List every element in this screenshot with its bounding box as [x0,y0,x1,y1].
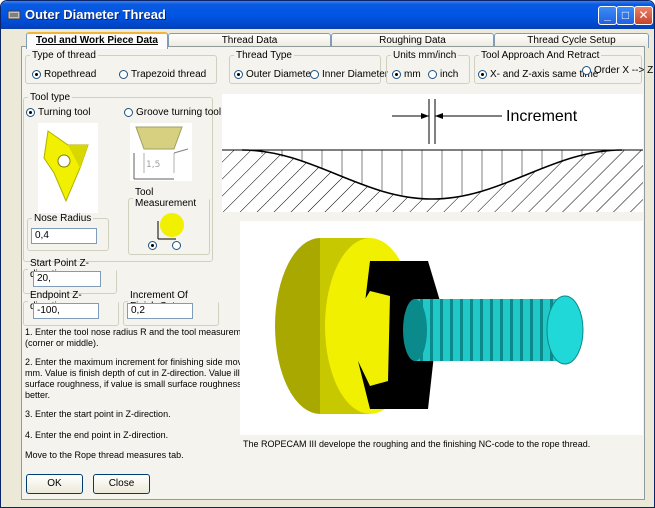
increment-label: Increment [506,108,578,125]
measure-middle-radio[interactable] [172,241,181,250]
instruction-3: 3. Enter the start point in Z-direction. [25,409,171,419]
groove-tool-image: 1,5 [130,123,192,181]
radio-selected-icon [26,108,35,117]
outer-diameter-radio[interactable]: Outer Diameter [234,69,314,80]
radio-unselected-icon [310,70,319,79]
mm-radio[interactable]: mm [392,69,421,80]
maximize-icon: □ [621,8,630,22]
radio-selected-icon [234,70,243,79]
thread-type-legend: Thread Type [236,50,292,61]
endpoint-input[interactable]: -100, [33,303,99,319]
inch-radio[interactable]: inch [428,69,458,80]
order-x-z-label: Order X --> Z [594,65,654,76]
inch-label: inch [440,69,459,80]
trapezoid-thread-radio[interactable]: Trapezoid thread [119,69,206,80]
tool-measurement-legend: Tool Measurement [135,187,197,209]
maximize-button[interactable]: □ [616,6,635,25]
groove-width-label: 1,5 [146,160,160,170]
radio-selected-icon [392,70,401,79]
inner-diameter-radio[interactable]: Inner Diameter [310,69,388,80]
turning-tool-image [38,123,98,213]
instruction-2: 2. Enter the maximum increment for finis… [25,357,272,400]
radio-unselected-icon [172,241,181,250]
illustration-caption: The ROPECAM III develope the roughing an… [243,439,591,449]
dialog-window: Outer Diameter Thread _ □ ✕ Tool and Wor… [0,0,655,508]
inner-diameter-label: Inner Diameter [322,69,389,80]
start-point-input[interactable]: 20, [33,271,101,287]
units-legend: Units mm/inch [393,50,457,61]
ropethread-radio[interactable]: Ropethread [32,69,96,80]
close-icon: ✕ [638,8,649,22]
nose-radius-input[interactable]: 0,4 [31,228,97,244]
order-x-z-radio[interactable]: Order X --> Z [582,65,653,76]
radio-unselected-icon [582,66,591,75]
tab-strip: Tool and Work Piece Data Thread Data Rou… [26,32,649,49]
title-bar[interactable]: Outer Diameter Thread _ □ ✕ [1,1,654,29]
turning-tool-label: Turning tool [38,107,91,118]
minimize-button[interactable]: _ [598,6,617,25]
type-of-thread-legend: Type of thread [32,50,96,61]
tool-approach-legend: Tool Approach And Retract [481,50,600,61]
groove-turning-tool-label: Groove turning tool [136,107,222,118]
radio-unselected-icon [428,70,437,79]
ok-button[interactable]: OK [26,474,83,494]
tab-panel: Type of thread Ropethread Trapezoid thre… [21,46,653,500]
mm-label: mm [404,69,421,80]
outer-diameter-label: Outer Diameter [246,69,315,80]
radio-selected-icon [148,241,157,250]
turning-tool-radio[interactable]: Turning tool [26,107,90,118]
ropethread-label: Ropethread [44,69,97,80]
increment-diagram: Increment [222,94,643,212]
increment-finish-input[interactable]: 0,2 [127,303,193,319]
radio-selected-icon [32,70,41,79]
same-time-radio[interactable]: X- and Z-axis same time [478,69,598,80]
close-button[interactable]: Close [93,474,150,494]
instruction-5: Move to the Rope thread measures tab. [25,450,184,460]
instruction-1: 1. Enter the tool nose radius R and the … [25,327,271,348]
tool-type-legend: Tool type [30,92,71,103]
minimize-icon: _ [604,8,611,22]
trapezoid-thread-label: Trapezoid thread [131,69,207,80]
close-window-button[interactable]: ✕ [634,6,653,25]
radio-unselected-icon [124,108,133,117]
measure-corner-radio[interactable] [148,241,157,250]
window-title: Outer Diameter Thread [25,7,166,22]
instruction-4: 4. Enter the end point in Z-direction. [25,430,169,440]
tab-tool-and-work-piece-data[interactable]: Tool and Work Piece Data [26,32,168,49]
radio-selected-icon [478,70,487,79]
radio-unselected-icon [119,70,128,79]
nose-radius-legend: Nose Radius [34,213,92,224]
client-area: Tool and Work Piece Data Thread Data Rou… [4,29,653,506]
app-icon [7,10,21,20]
groove-turning-tool-radio[interactable]: Groove turning tool [124,107,221,118]
rope-thread-illustration [240,221,643,435]
